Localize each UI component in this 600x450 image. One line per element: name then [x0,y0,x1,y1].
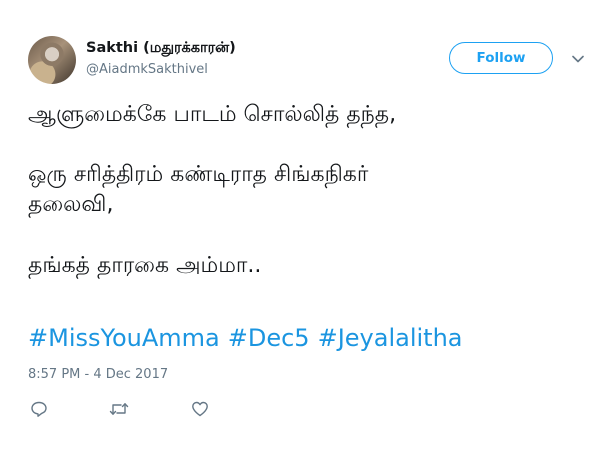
chevron-down-icon[interactable] [570,52,586,66]
tweet-text-line: ஆளுமைக்கே பாடம் சொல்லித் தந்த, [28,102,397,127]
avatar[interactable] [28,36,76,84]
tweet-text-line: தங்கத் தாரகை அம்மா.. [28,253,262,278]
follow-button[interactable]: Follow [449,42,553,74]
user-handle[interactable]: @AiadmkSakthivel [86,62,208,77]
timestamp[interactable]: 8:57 PM - 4 Dec 2017 [28,367,168,382]
hashtag-link[interactable]: #Dec5 [228,324,310,352]
follow-button-label: Follow [476,50,526,66]
retweet-icon[interactable] [108,398,130,420]
tweet-card: Sakthi (மதுரக்காரன்) @AiadmkSakthivel Fo… [0,0,600,450]
reply-icon[interactable] [28,398,50,420]
display-name[interactable]: Sakthi (மதுரக்காரன்) [86,40,236,58]
heart-icon[interactable] [189,398,211,420]
hashtag-link[interactable]: #MissYouAmma [28,324,220,352]
tweet-text-line: தலைவி, [28,192,114,217]
tweet-text-line: ஒரு சரித்திரம் கண்டிராத சிங்கநிகர் [28,162,369,187]
hashtag-list: #MissYouAmma #Dec5 #Jeyalalitha [28,322,470,354]
hashtag-link[interactable]: #Jeyalalitha [318,324,463,352]
